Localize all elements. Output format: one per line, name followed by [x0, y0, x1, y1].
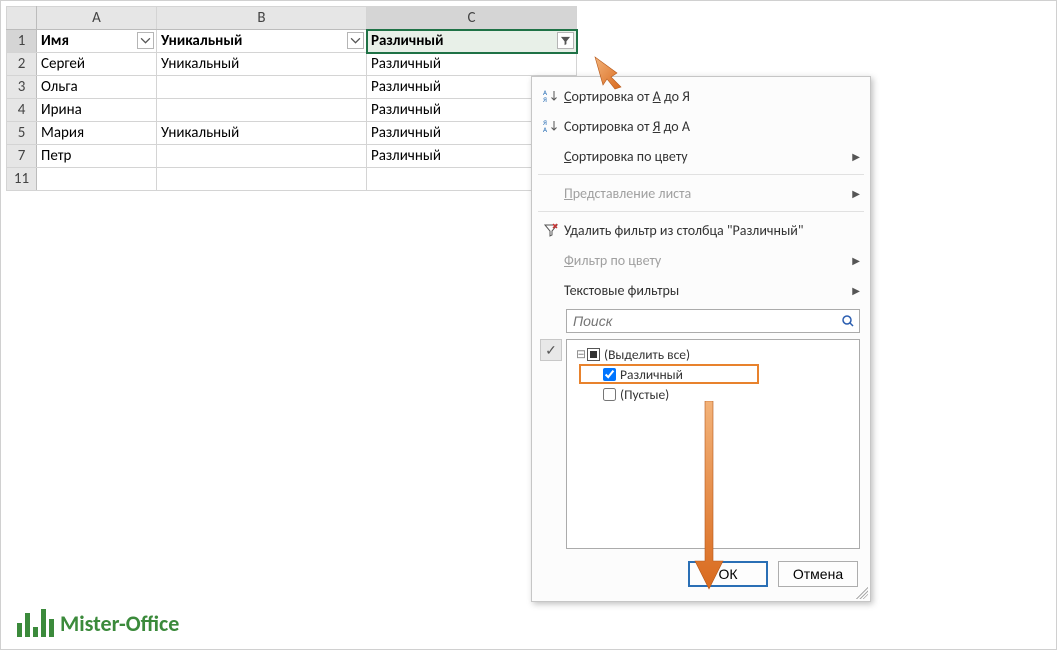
ok-button[interactable]: ОК: [688, 561, 768, 587]
menu-clear-filter-label: Удалить фильтр из столбца "Различный": [564, 222, 860, 239]
cell-A4[interactable]: Ирина: [37, 99, 157, 122]
cell-A2[interactable]: Сергей: [37, 53, 157, 76]
cell-B7[interactable]: [157, 145, 367, 168]
col-header-C[interactable]: C: [367, 7, 577, 30]
menu-text-filters-label: Текстовые фильтры: [564, 282, 852, 299]
chevron-down-icon: [140, 35, 151, 46]
watermark-logo: Mister-Office: [17, 609, 179, 637]
tree-toggle-icon[interactable]: ✓: [540, 339, 562, 361]
row-header-3[interactable]: 3: [7, 76, 37, 99]
row-header-1[interactable]: 1: [7, 30, 37, 53]
chevron-down-icon: [350, 35, 361, 46]
cell-B11[interactable]: [157, 168, 367, 191]
filter-node-select-all-label: (Выделить все): [604, 346, 690, 363]
filter-node-select-all[interactable]: ⊟ (Выделить все): [571, 344, 855, 364]
logo-text: Mister-Office: [60, 610, 179, 637]
tree-collapse-icon[interactable]: ⊟: [575, 347, 587, 362]
logo-bars-icon: [17, 609, 54, 637]
row-header-7[interactable]: 7: [7, 145, 37, 168]
checkbox-opt1[interactable]: [603, 368, 616, 381]
row-header-5[interactable]: 5: [7, 122, 37, 145]
cell-A3[interactable]: Ольга: [37, 76, 157, 99]
filter-node-blanks-label: (Пустые): [620, 386, 669, 403]
submenu-arrow-icon: ▶: [852, 150, 860, 163]
header-label-B: Уникальный: [161, 32, 242, 50]
filter-dropdown-B[interactable]: [347, 32, 364, 49]
menu-clear-filter[interactable]: Удалить фильтр из столбца "Различный": [532, 215, 870, 245]
header-label-C: Различный: [371, 32, 443, 50]
filter-search-input[interactable]: [567, 313, 837, 329]
row-header-2[interactable]: 2: [7, 53, 37, 76]
search-icon: [837, 314, 859, 328]
submenu-arrow-icon: ▶: [852, 254, 860, 267]
filter-dropdown-C-active[interactable]: [557, 32, 574, 49]
menu-text-filters[interactable]: Текстовые фильтры ▶: [532, 275, 870, 305]
col-header-B[interactable]: B: [157, 7, 367, 30]
submenu-arrow-icon: ▶: [852, 187, 860, 200]
header-cell-A1[interactable]: Имя: [37, 30, 157, 53]
filter-search-box[interactable]: [566, 309, 860, 333]
menu-sheet-view-label: Представление листа: [564, 185, 852, 202]
sort-asc-icon: АЯ: [538, 88, 564, 104]
cell-B2[interactable]: Уникальный: [157, 53, 367, 76]
cell-B3[interactable]: [157, 76, 367, 99]
cell-A11[interactable]: [37, 168, 157, 191]
cell-A7[interactable]: Петр: [37, 145, 157, 168]
cell-C2[interactable]: Различный: [367, 53, 577, 76]
cancel-button[interactable]: Отмена: [778, 561, 858, 587]
spreadsheet-grid[interactable]: A B C 1 Имя Уникальный Различный 2 Серге…: [6, 6, 577, 191]
svg-text:А: А: [543, 125, 548, 134]
checkbox-blanks[interactable]: [603, 388, 616, 401]
cell-B4[interactable]: [157, 99, 367, 122]
menu-sort-desc[interactable]: ЯА Сортировка от Я до А: [532, 111, 870, 141]
header-label-A: Имя: [41, 32, 69, 50]
filter-node-opt1[interactable]: Различный: [571, 364, 855, 384]
header-cell-B1[interactable]: Уникальный: [157, 30, 367, 53]
cell-B5[interactable]: Уникальный: [157, 122, 367, 145]
filter-funnel-icon: [560, 35, 571, 46]
clear-filter-icon: [538, 222, 564, 238]
resize-grip-icon[interactable]: [856, 587, 868, 599]
select-all-corner[interactable]: [7, 7, 37, 30]
cell-A5[interactable]: Мария: [37, 122, 157, 145]
menu-filter-color-label: Фильтр по цвету: [564, 252, 852, 269]
filter-menu: АЯ Сортировка от А до Я ЯА Сортировка от…: [531, 76, 871, 602]
filter-values-tree[interactable]: ⊟ (Выделить все) Различный (Пустые): [566, 339, 860, 549]
menu-sort-color[interactable]: Сортировка по цвету ▶: [532, 141, 870, 171]
menu-sort-color-label: Сортировка по цвету: [564, 148, 852, 165]
svg-text:Я: Я: [543, 95, 547, 104]
filter-node-blanks[interactable]: (Пустые): [571, 384, 855, 404]
menu-filter-color: Фильтр по цвету ▶: [532, 245, 870, 275]
menu-sort-desc-label: Сортировка от Я до А: [564, 118, 860, 135]
menu-sort-asc[interactable]: АЯ Сортировка от А до Я: [532, 81, 870, 111]
submenu-arrow-icon: ▶: [852, 284, 860, 297]
header-cell-C1[interactable]: Различный: [367, 30, 577, 53]
sort-desc-icon: ЯА: [538, 118, 564, 134]
filter-node-opt1-label: Различный: [620, 366, 683, 383]
menu-sort-asc-label: Сортировка от А до Я: [564, 88, 860, 105]
row-header-4[interactable]: 4: [7, 99, 37, 122]
menu-sheet-view: Представление листа ▶: [532, 178, 870, 208]
row-header-11[interactable]: 11: [7, 168, 37, 191]
filter-dropdown-A[interactable]: [137, 32, 154, 49]
col-header-A[interactable]: A: [37, 7, 157, 30]
checkbox-indeterminate[interactable]: [587, 348, 600, 361]
